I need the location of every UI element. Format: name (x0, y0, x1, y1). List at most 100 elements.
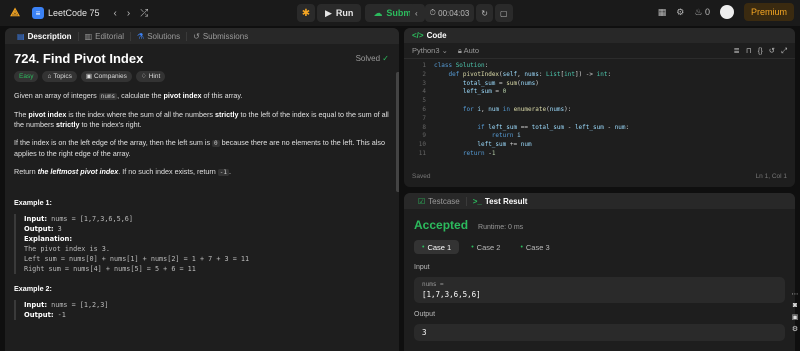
bookmark-icon[interactable]: ⊓ (746, 46, 752, 56)
problem-title[interactable]: 724. Find Pivot Index (14, 52, 143, 65)
bold-text: strictly (55, 120, 80, 129)
debug-button[interactable]: ✱ (297, 4, 315, 22)
timer-icon: ⏱ (429, 8, 436, 17)
line-number: 8 (422, 123, 426, 131)
problem-chips: Easy ⌂ Topics ▣ Companies ♢ Hint (14, 71, 389, 82)
example-box: Input: nums = [1,7,3,6,5,6] Output: 3 Ex… (14, 214, 389, 274)
list-icon: ≡ (32, 7, 44, 19)
more-icon[interactable]: ⋯ (792, 290, 799, 298)
text: Return (14, 167, 38, 176)
avatar[interactable] (719, 5, 734, 19)
tab-label: Submissions (202, 31, 249, 41)
case-tab-3[interactable]: • Case 3 (512, 240, 557, 254)
chevron-down-icon: ⌄ (441, 45, 448, 55)
companies-chip[interactable]: ▣ Companies (80, 71, 132, 82)
text: , calculate the (117, 91, 164, 100)
tab-code[interactable]: </> Code (404, 28, 795, 43)
case-tab-1[interactable]: • Case 1 (414, 240, 460, 254)
input-label: Input: (24, 301, 48, 309)
example-box: Input: nums = [1,2,3] Output: -1 (14, 300, 389, 320)
line-number: 2 (422, 70, 426, 78)
topics-chip[interactable]: ⌂ Topics (42, 71, 77, 82)
code-line: 11 return -1 (404, 150, 795, 159)
output-box: 3 (414, 324, 785, 341)
fire-icon: ♨ (694, 6, 703, 17)
run-button[interactable]: ▶ Run (317, 4, 362, 22)
tab-editorial[interactable]: ▥ Editorial (79, 31, 132, 41)
tab-test-result[interactable]: >_ Test Result (467, 197, 534, 206)
case-label: Case 3 (525, 242, 550, 252)
code-icon: </> (412, 31, 424, 40)
input-value: [1,7,3,6,5,6] (422, 290, 481, 299)
lock-icon: 🔒︎ (457, 45, 462, 55)
text: The (14, 110, 29, 119)
language-select[interactable]: Python3 ⌄ (412, 46, 448, 56)
cloud-upload-icon: ☁ (373, 7, 383, 18)
line-number: 1 (422, 62, 426, 69)
text: . (228, 167, 231, 176)
reset-timer-button[interactable]: ↻ (476, 4, 493, 22)
account-group: ▦ ⚙ ♨ 0 Premium (658, 3, 794, 21)
pass-dot-icon: • (520, 243, 523, 251)
description-scrollbar[interactable] (396, 72, 399, 192)
line-number: 6 (422, 105, 426, 113)
description-paragraph: The pivot index is the index where the s… (14, 110, 389, 130)
collapse-timer-button[interactable]: ‹ (410, 4, 423, 22)
camera-icon[interactable]: ◙ (793, 302, 797, 309)
runtime: Runtime: 0 ms (478, 224, 524, 231)
problem-list-button[interactable]: ≡ LeetCode 75 (32, 7, 100, 19)
note-icon: ▢ (500, 8, 508, 18)
timer-group: ‹ ⏱ 00:04:03 ↻ ▢ (410, 4, 513, 22)
tab-solutions[interactable]: ⚗ Solutions (131, 31, 188, 41)
solved-status: Solved ✓ (356, 54, 389, 64)
description-panel: ▤ Description ▥ Editorial ⚗ Solutions ↺ … (5, 28, 399, 351)
tab-description[interactable]: ▤ Description (11, 31, 79, 41)
pass-dot-icon: • (422, 243, 425, 251)
expand-icon[interactable]: ⤢ (781, 46, 787, 56)
run-submit-group: ✱ ▶ Run ☁ Submit (297, 4, 425, 22)
input-label: Input: (24, 215, 48, 223)
explanation-line: Right sum = nums[4] + nums[5] = 5 + 6 = … (24, 265, 196, 273)
test-tabs: ☑ Testcase >_ Test Result (404, 193, 795, 209)
tab-label: Testcase (428, 196, 460, 206)
code-editor[interactable]: 1 class Solution: 2 def pivotIndex(self, … (404, 59, 795, 169)
problem-content: 724. Find Pivot Index Solved ✓ Easy ⌂ Top… (5, 44, 399, 320)
notes-button[interactable]: ▢ (495, 4, 513, 22)
auto-mode[interactable]: 🔒︎ Auto (458, 46, 479, 56)
shuffle-icon[interactable]: ⤮ (140, 8, 148, 19)
hint-chip[interactable]: ♢ Hint (135, 71, 166, 82)
tab-label: Editorial (95, 31, 125, 41)
text: to the index's right. (79, 120, 142, 129)
undo-icon[interactable]: ↺ (769, 46, 775, 56)
description-paragraph: Given an array of integers nums, calcula… (14, 91, 389, 102)
fire-count: 0 (704, 6, 710, 17)
submissions-icon: ↺ (193, 31, 200, 41)
description-paragraph: If the index is on the left edge of the … (14, 138, 389, 159)
braces-icon[interactable]: {} (758, 46, 763, 56)
explanation-line: The pivot index is 3. (24, 245, 110, 253)
timer[interactable]: ⏱ 00:04:03 (424, 4, 475, 22)
grid-icon[interactable]: ▦ (658, 7, 667, 18)
code-line: 9 return i (404, 132, 795, 141)
case-tab-2[interactable]: • Case 2 (463, 240, 508, 254)
chevron-left-icon[interactable]: ‹ (114, 8, 117, 19)
image-icon[interactable]: ▣ (792, 313, 799, 321)
fire-streak[interactable]: ♨ 0 (694, 7, 710, 18)
premium-button[interactable]: Premium (743, 3, 794, 21)
tag-icon: ⌂ (47, 72, 52, 80)
tab-label: Test Result (484, 196, 528, 206)
gear-icon[interactable]: ⚙ (792, 325, 798, 333)
case-tabs: • Case 1 • Case 2 • Case 3 (414, 240, 785, 254)
text: If the index is on the left edge of the … (14, 138, 213, 147)
format-icon[interactable]: ≣ (734, 46, 740, 56)
tab-submissions[interactable]: ↺ Submissions (187, 32, 254, 41)
code-line: 1 class Solution: (404, 62, 795, 71)
logo-icon[interactable]: ⟁ (8, 6, 22, 20)
topics-label: Topics (53, 72, 72, 80)
editorial-icon: ▥ (84, 31, 93, 41)
run-label: Run (335, 8, 354, 18)
gear-icon[interactable]: ⚙ (676, 7, 684, 18)
bold-text: pivot index (163, 91, 202, 100)
tab-testcase[interactable]: ☑ Testcase (412, 196, 467, 206)
chevron-right-icon[interactable]: › (127, 8, 130, 19)
